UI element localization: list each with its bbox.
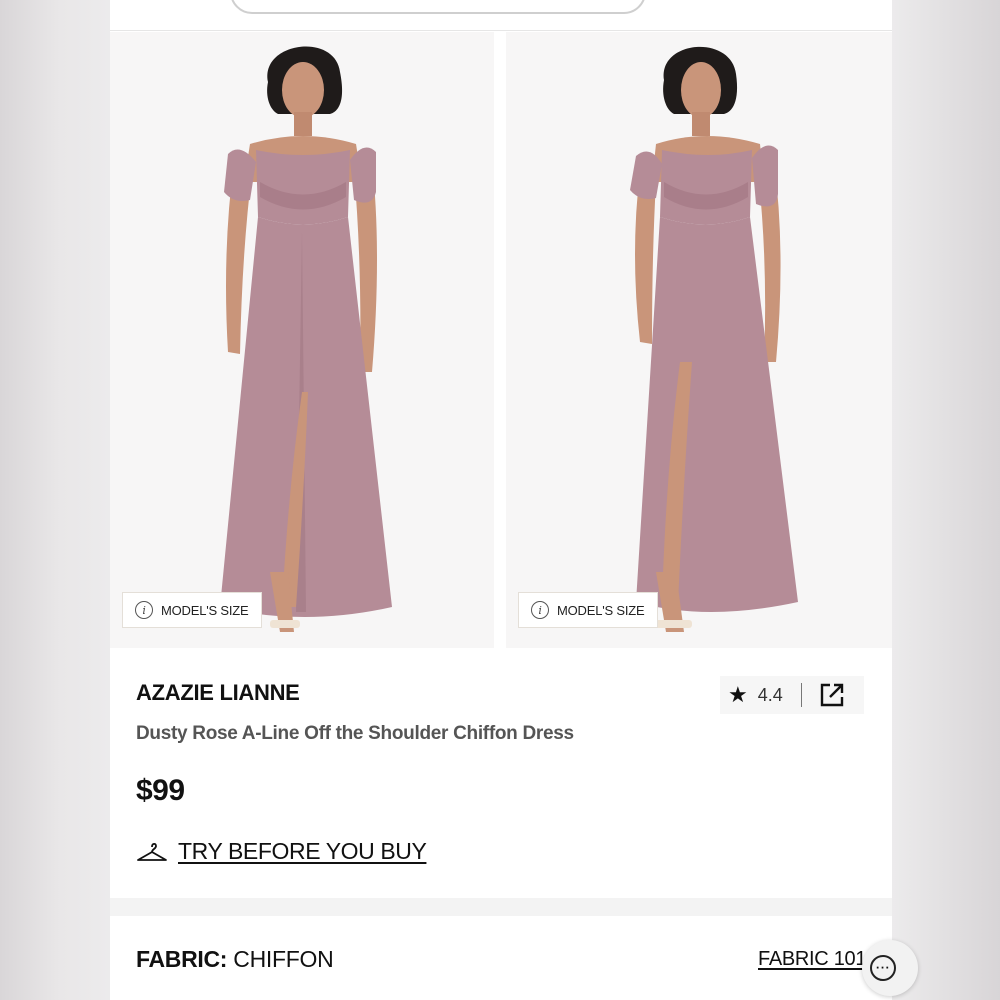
chat-icon: ··· bbox=[870, 955, 896, 981]
rating-share-box: ★ 4.4 bbox=[720, 676, 864, 714]
product-page: i MODEL'S SIZE i MODEL'S SIZE AZAZIE LIA… bbox=[110, 0, 892, 1000]
rating-value[interactable]: 4.4 bbox=[758, 685, 783, 706]
fabric-section-heading: FABRIC: CHIFFON bbox=[136, 946, 334, 973]
try-before-you-buy-label: TRY BEFORE YOU BUY bbox=[178, 838, 427, 864]
info-icon: i bbox=[531, 601, 549, 619]
models-size-badge[interactable]: i MODEL'S SIZE bbox=[518, 592, 658, 628]
product-brand: AZAZIE LIANNE bbox=[136, 680, 300, 705]
models-size-badge[interactable]: i MODEL'S SIZE bbox=[122, 592, 262, 628]
product-photo-angled[interactable]: i MODEL'S SIZE bbox=[506, 32, 892, 648]
model-illustration bbox=[506, 32, 892, 648]
fabric-101-link[interactable]: FABRIC 101 bbox=[758, 948, 866, 971]
product-name: Dusty Rose A-Line Off the Shoulder Chiff… bbox=[136, 723, 574, 744]
fabric-key: FABRIC: bbox=[136, 946, 228, 972]
right-backdrop bbox=[892, 0, 1000, 1000]
star-icon: ★ bbox=[728, 682, 748, 707]
external-link-icon[interactable] bbox=[818, 681, 846, 709]
image-gallery[interactable]: i MODEL'S SIZE i MODEL'S SIZE bbox=[110, 32, 892, 648]
model-illustration bbox=[110, 32, 494, 648]
hanger-icon bbox=[137, 842, 167, 861]
section-divider bbox=[110, 898, 892, 916]
info-icon: i bbox=[135, 601, 153, 619]
fabric-value: CHIFFON bbox=[233, 946, 334, 972]
chat-button[interactable]: ··· bbox=[862, 940, 918, 996]
product-price: $99 bbox=[136, 774, 185, 807]
header-divider bbox=[110, 30, 892, 31]
try-before-you-buy-link[interactable]: TRY BEFORE YOU BUY bbox=[136, 838, 427, 865]
product-photo-front[interactable]: i MODEL'S SIZE bbox=[110, 32, 494, 648]
models-size-label: MODEL'S SIZE bbox=[161, 602, 249, 618]
search-bar[interactable] bbox=[230, 0, 646, 14]
rating-divider bbox=[800, 683, 802, 707]
models-size-label: MODEL'S SIZE bbox=[557, 602, 645, 618]
